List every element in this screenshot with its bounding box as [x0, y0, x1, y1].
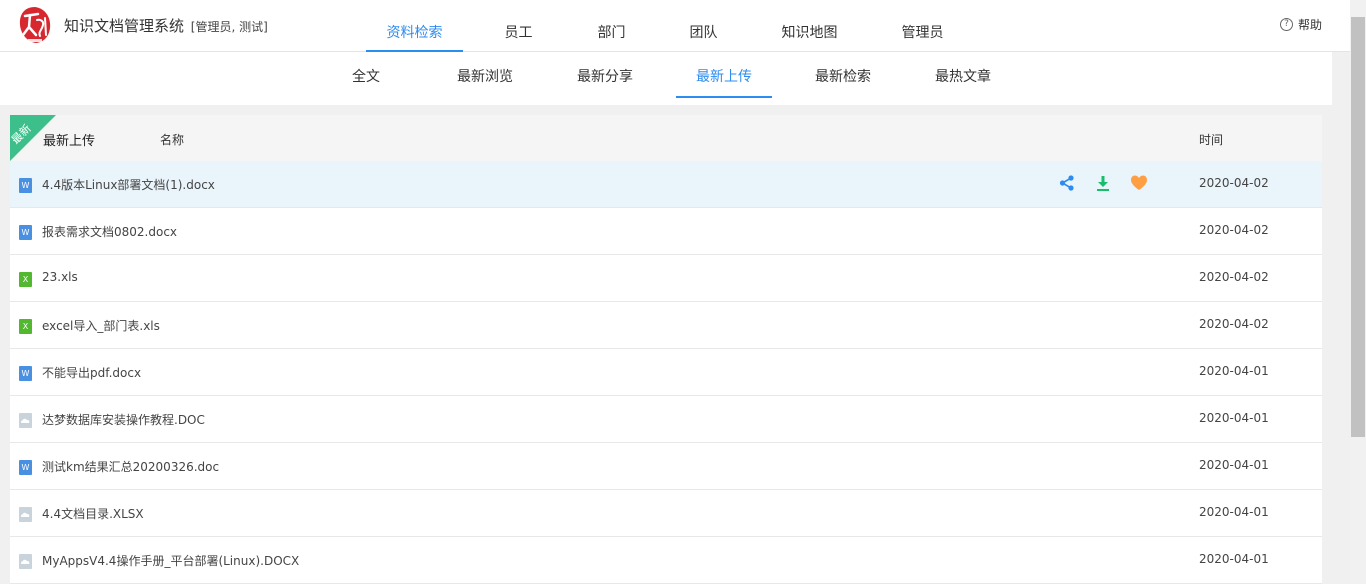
upload-time: 2020-04-01: [1199, 364, 1269, 378]
help-link[interactable]: ? 帮助: [1279, 16, 1322, 33]
table-row[interactable]: Xexcel导入_部门表.xls 2020-04-02: [10, 302, 1322, 349]
file-name-link[interactable]: 达梦数据库安装操作教程.DOC: [42, 411, 205, 428]
column-header-time: 时间: [1199, 133, 1224, 147]
upload-time: 2020-04-02: [1199, 270, 1269, 284]
subtab-recent-shares[interactable]: 最新分享: [562, 52, 648, 98]
nav-tab-knowledge-map[interactable]: 知识地图: [758, 0, 861, 52]
file-name-link[interactable]: 4.4版本Linux部署文档(1).docx: [42, 176, 215, 193]
download-icon[interactable]: [1094, 174, 1112, 192]
subtab-recent-views[interactable]: 最新浏览: [442, 52, 528, 98]
word-file-icon: W: [19, 460, 32, 475]
user-role: [管理员, 测试]: [190, 20, 268, 34]
file-name-link[interactable]: 不能导出pdf.docx: [42, 364, 141, 381]
nav-tab-employees[interactable]: 员工: [463, 0, 574, 52]
app-title-text: 知识文档管理系统: [64, 17, 185, 35]
help-label: 帮助: [1297, 18, 1322, 32]
table-header: 最新 最新上传 名称 时间: [10, 115, 1322, 161]
upload-time: 2020-04-02: [1199, 223, 1269, 237]
nav-tab-admin[interactable]: 管理员: [861, 0, 984, 52]
share-icon[interactable]: [1058, 174, 1076, 192]
word-file-icon: W: [19, 225, 32, 240]
subtab-recent-searches[interactable]: 最新检索: [800, 52, 886, 98]
generic-file-icon: [19, 554, 32, 569]
file-name-link[interactable]: excel导入_部门表.xls: [42, 317, 160, 334]
nav-tab-departments[interactable]: 部门: [574, 0, 649, 52]
favorite-heart-icon[interactable]: [1130, 174, 1148, 192]
upload-time: 2020-04-01: [1199, 552, 1269, 566]
panel-title: 最新上传: [43, 134, 96, 149]
table-row[interactable]: W 4.4版本Linux部署文档(1).docx 2020-04-02: [10, 161, 1322, 208]
excel-file-icon: X: [19, 272, 32, 287]
scrollbar-thumb[interactable]: [1351, 17, 1365, 437]
page-scrollbar[interactable]: [1350, 0, 1366, 584]
upload-time: 2020-04-01: [1199, 505, 1269, 519]
subtab-fulltext[interactable]: 全文: [330, 52, 402, 98]
file-name-link[interactable]: 4.4文档目录.XLSX: [42, 505, 144, 522]
generic-file-icon: [19, 413, 32, 428]
file-name-link[interactable]: 报表需求文档0802.docx: [42, 223, 177, 240]
upload-time: 2020-04-01: [1199, 458, 1269, 472]
word-file-icon: W: [19, 366, 32, 381]
nav-tab-teams[interactable]: 团队: [649, 0, 758, 52]
file-name-link[interactable]: 测试km结果汇总20200326.doc: [42, 458, 219, 475]
upload-time: 2020-04-02: [1199, 317, 1269, 331]
row-actions: [1058, 174, 1148, 192]
table-row[interactable]: 4.4文档目录.XLSX 2020-04-01: [10, 490, 1322, 537]
column-header-name: 名称: [160, 133, 185, 147]
upload-time: 2020-04-01: [1199, 411, 1269, 425]
file-list: W 4.4版本Linux部署文档(1).docx 2020-04-02 W 报表需求文档…: [10, 161, 1322, 584]
table-row[interactable]: W 测试km结果汇总20200326.doc 2020-04-01: [10, 443, 1322, 490]
file-name-link[interactable]: MyAppsV4.4操作手册_平台部署(Linux).DOCX: [42, 552, 299, 569]
upload-time: 2020-04-02: [1199, 176, 1269, 190]
table-row[interactable]: X 23.xls 2020-04-02: [10, 255, 1322, 302]
table-row[interactable]: W 不能导出pdf.docx 2020-04-01: [10, 349, 1322, 396]
app-logo[interactable]: [16, 5, 54, 45]
excel-file-icon: X: [19, 319, 32, 334]
app-title: 知识文档管理系统 [管理员, 测试]: [64, 15, 268, 36]
recent-uploads-panel: 最新 最新上传 名称 时间 W 4.4版本Linux部署文档(1).docx 202…: [10, 115, 1322, 584]
word-file-icon: W: [19, 178, 32, 193]
nav-tab-data-search[interactable]: 资料检索: [366, 0, 463, 52]
main-nav: 资料检索 员工 部门 团队 知识地图 管理员: [366, 0, 984, 52]
generic-file-icon: [19, 507, 32, 522]
subtab-recent-uploads[interactable]: 最新上传: [676, 52, 772, 98]
help-icon: ?: [1279, 18, 1293, 31]
subtab-hot-articles[interactable]: 最热文章: [920, 52, 1006, 98]
table-row[interactable]: MyAppsV4.4操作手册_平台部署(Linux).DOCX 2020-04-0…: [10, 537, 1322, 584]
sub-nav: 全文 最新浏览 最新分享 最新上传 最新检索 最热文章: [0, 52, 1332, 105]
top-header: 知识文档管理系统 [管理员, 测试] 资料检索 员工 部门 团队 知识地图 管理…: [0, 0, 1350, 52]
table-row[interactable]: W 报表需求文档0802.docx 2020-04-02: [10, 208, 1322, 255]
file-name-link[interactable]: 23.xls: [42, 270, 78, 284]
table-row[interactable]: 达梦数据库安装操作教程.DOC 2020-04-01: [10, 396, 1322, 443]
